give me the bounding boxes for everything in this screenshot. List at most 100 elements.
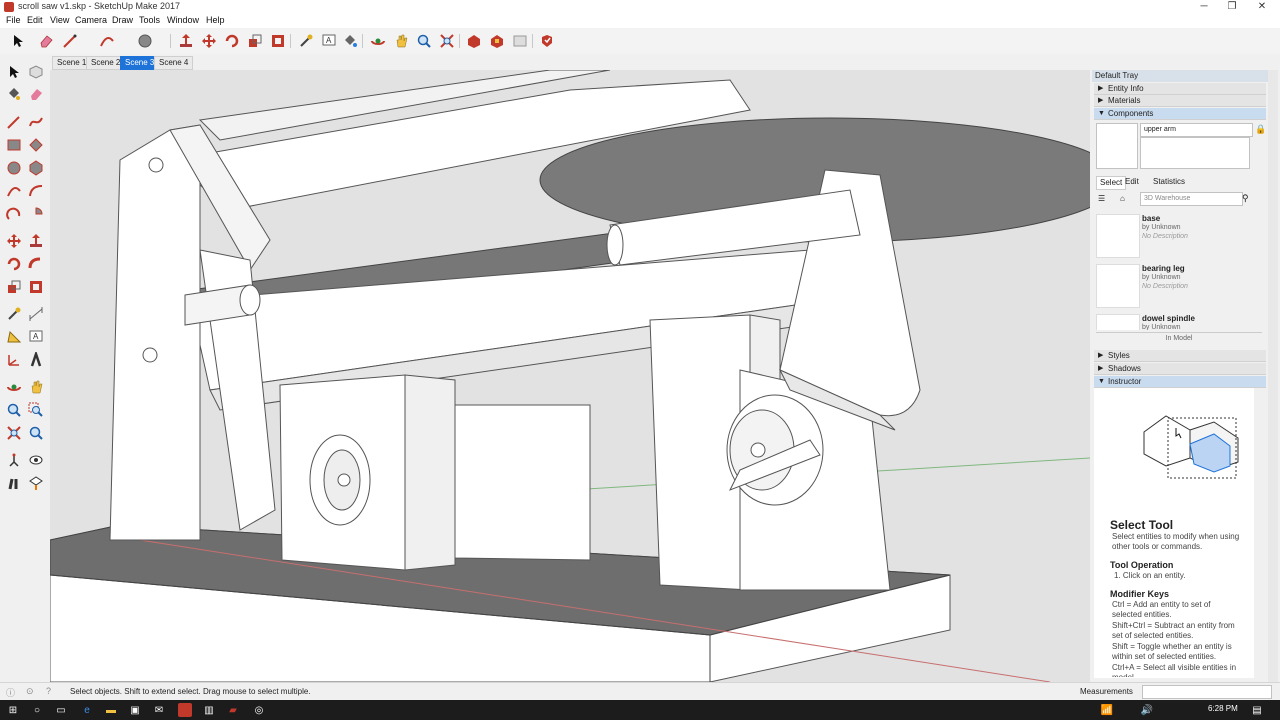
model-canvas[interactable] [50,70,1090,682]
walk-icon[interactable] [4,473,24,493]
tab-edit[interactable]: Edit [1122,176,1142,188]
layout-icon[interactable] [510,31,530,51]
section-components[interactable]: ▼ Components [1094,108,1266,120]
make-component-icon[interactable] [26,62,46,82]
offset-icon[interactable] [26,277,46,297]
zoom-icon[interactable] [4,400,24,420]
paint-bucket-icon[interactable] [4,84,24,104]
minimize-button[interactable]: ─ [1190,0,1218,14]
store-icon[interactable]: ▣ [128,703,142,717]
component-name-field[interactable]: upper arm [1140,123,1253,137]
arc-icon[interactable] [4,181,24,201]
section-shadows[interactable]: ▶ Shadows [1094,363,1266,375]
list-item[interactable]: bearing leg by Unknown No Description [1094,262,1256,310]
info-icon[interactable]: ⓘ [6,686,15,699]
view-options-icon[interactable]: ☰ [1098,194,1105,203]
look-around-icon[interactable] [26,450,46,470]
dimension-icon[interactable] [26,304,46,324]
line-icon[interactable] [60,31,80,51]
rotated-rectangle-icon[interactable] [26,135,46,155]
recording-app-icon[interactable]: ▰ [226,703,240,717]
mail-icon[interactable]: ✉ [152,703,166,717]
scale-icon[interactable] [245,31,265,51]
rotate-icon[interactable] [222,31,242,51]
section-materials[interactable]: ▶ Materials [1094,95,1266,107]
list-item[interactable]: base by Unknown No Description [1094,212,1256,260]
rotate-icon[interactable] [4,254,24,274]
three-point-arc-icon[interactable] [4,204,24,224]
notifications-icon[interactable]: ▤ [1250,703,1264,717]
pie-icon[interactable] [26,204,46,224]
search-input[interactable]: 3D Warehouse [1140,192,1243,206]
menu-window[interactable]: Window [167,15,199,25]
chrome-icon[interactable]: ◎ [252,703,266,717]
menu-file[interactable]: File [6,15,21,25]
push-pull-icon[interactable] [176,31,196,51]
search-icon[interactable]: ⚲ [1242,193,1249,204]
section-plane-icon[interactable] [26,473,46,493]
measurements-input[interactable] [1142,685,1272,699]
tape-measure-icon[interactable] [296,31,316,51]
two-point-arc-icon[interactable] [26,181,46,201]
maximize-button[interactable]: ❐ [1218,0,1246,14]
push-pull-icon[interactable] [26,231,46,251]
menu-view[interactable]: View [50,15,69,25]
scale-icon[interactable] [4,277,24,297]
section-instructor[interactable]: ▼ Instructor [1094,376,1266,388]
in-model-label[interactable]: In Model [1096,332,1262,345]
sketchup-taskbar-icon[interactable] [178,703,192,717]
move-icon[interactable] [199,31,219,51]
select-icon[interactable] [8,31,28,51]
arc-icon[interactable] [97,31,117,51]
paint-bucket-icon[interactable] [340,31,360,51]
tray-scrollbar[interactable] [1268,70,1278,682]
pan-icon[interactable] [391,31,411,51]
geo-location-icon[interactable]: ⊙ [26,686,34,697]
volume-icon[interactable]: 🔊 [1140,703,1154,717]
follow-me-icon[interactable] [26,254,46,274]
move-icon[interactable] [4,231,24,251]
search-icon[interactable]: ○ [30,703,44,717]
text-icon[interactable]: A [319,31,339,51]
freehand-icon[interactable] [26,112,46,132]
tab-scene-4[interactable]: Scene 4 [154,56,194,70]
windows-start-icon[interactable]: ⊞ [6,703,20,717]
text-icon[interactable]: A [26,327,46,347]
pan-icon[interactable] [26,377,46,397]
orbit-icon[interactable] [368,31,388,51]
rectangle-icon[interactable] [4,135,24,155]
menu-draw[interactable]: Draw [112,15,133,25]
protractor-icon[interactable] [4,327,24,347]
drawing-viewport[interactable] [50,70,1090,682]
3d-warehouse-icon[interactable] [464,31,484,51]
axes-icon[interactable] [4,350,24,370]
eraser-icon[interactable] [26,84,46,104]
eraser-icon[interactable] [36,31,56,51]
edge-browser-icon[interactable]: e [80,703,94,717]
clock-time[interactable]: 6:28 PM [1208,704,1238,713]
polygon-icon[interactable] [26,158,46,178]
extension-warehouse-icon[interactable] [487,31,507,51]
menu-edit[interactable]: Edit [27,15,43,25]
shape-icon[interactable] [135,31,155,51]
section-styles[interactable]: ▶ Styles [1094,350,1266,362]
file-explorer-icon[interactable]: ▬ [104,703,118,717]
app-icon[interactable]: ▥ [202,703,216,717]
3d-text-icon[interactable] [26,350,46,370]
menu-tools[interactable]: Tools [139,15,160,25]
offset-icon[interactable] [268,31,288,51]
menu-camera[interactable]: Camera [75,15,107,25]
zoom-extents-icon[interactable] [4,423,24,443]
orbit-icon[interactable] [4,377,24,397]
previous-view-icon[interactable] [26,423,46,443]
line-icon[interactable] [4,112,24,132]
close-button[interactable]: ✕ [1248,0,1276,14]
network-icon[interactable]: 📶 [1100,703,1114,717]
extension-manager-icon[interactable] [537,31,557,51]
zoom-extents-icon[interactable] [437,31,457,51]
tape-measure-icon[interactable] [4,304,24,324]
tab-statistics[interactable]: Statistics [1150,176,1188,188]
zoom-window-icon[interactable] [26,400,46,420]
task-view-icon[interactable]: ▭ [54,703,68,717]
menu-help[interactable]: Help [206,15,225,25]
